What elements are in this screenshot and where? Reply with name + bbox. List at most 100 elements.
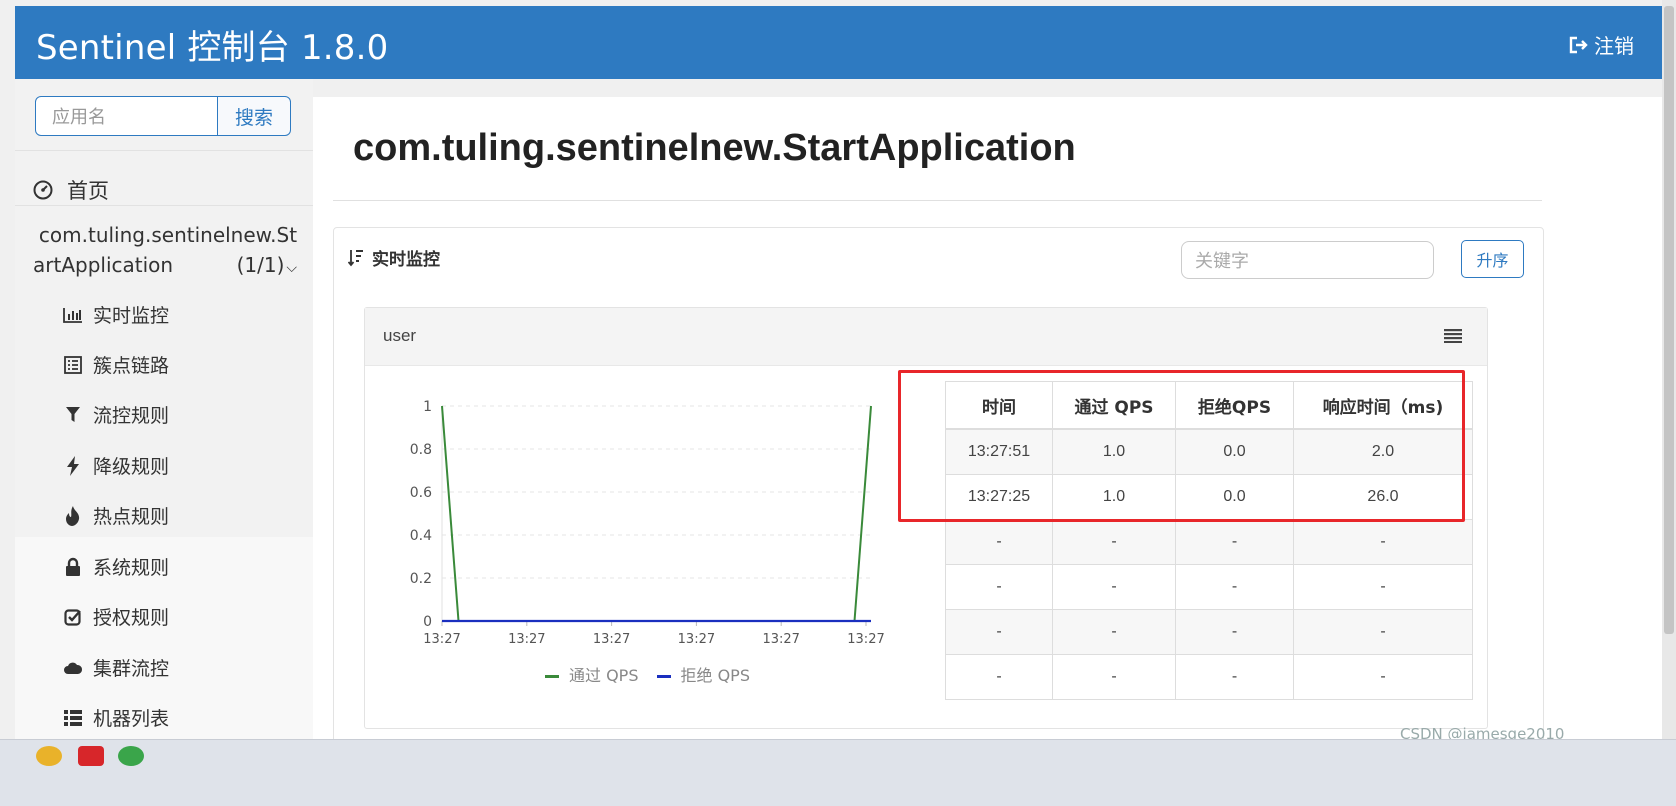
table-cell: -	[945, 654, 1053, 700]
fire-icon	[63, 505, 83, 526]
table-cell: -	[1052, 609, 1176, 655]
lock-icon	[63, 557, 83, 577]
app-search: 应用名 搜索	[35, 96, 291, 136]
hamburger-menu-icon[interactable]	[1444, 329, 1462, 343]
legend-item-block[interactable]: 拒绝 QPS	[656, 662, 751, 686]
sidebar-item-cluster[interactable]: 集群流控	[63, 654, 169, 681]
table-row: ----	[945, 654, 1473, 700]
y-tick-label: 0.4	[410, 528, 432, 544]
keyword-input[interactable]: 关键字	[1181, 241, 1434, 279]
logout-button[interactable]: 注销	[1568, 30, 1634, 59]
scrollbar-thumb[interactable]	[1664, 6, 1674, 634]
sidebar-item-flow[interactable]: 流控规则	[63, 401, 169, 428]
sidebar-item-label: 集群流控	[93, 658, 170, 680]
legend-swatch	[656, 675, 671, 678]
column-header: 拒绝QPS	[1175, 381, 1294, 430]
table-cell: 26.0	[1293, 474, 1473, 520]
top-navbar: Sentinel 控制台 1.8.0 注销	[15, 6, 1662, 79]
app-icon[interactable]	[78, 746, 104, 766]
legend-label: 拒绝 QPS	[680, 666, 751, 685]
table-cell: -	[945, 609, 1053, 655]
sidebar-item-label: 热点规则	[93, 506, 170, 528]
legend-swatch	[545, 675, 559, 678]
title-divider	[333, 200, 1542, 201]
panel-title: 实时监控	[372, 250, 440, 270]
chevron-down-icon: ⌵	[286, 260, 297, 276]
app-name-line2: artApplication	[33, 253, 174, 277]
table-header-row: 时间 通过 QPS 拒绝QPS 响应时间（ms)	[945, 381, 1473, 430]
sidebar-divider	[15, 205, 313, 206]
table-cell: -	[1175, 609, 1294, 655]
sidebar-item-label: 机器列表	[93, 708, 170, 730]
column-header: 通过 QPS	[1052, 381, 1176, 430]
table-cell: -	[945, 519, 1053, 565]
table-cell: -	[1293, 519, 1473, 565]
cloud-icon	[63, 658, 83, 678]
list-alt-icon	[63, 355, 83, 375]
table-cell: -	[1175, 654, 1294, 700]
page-title: com.tuling.sentinelnew.StartApplication	[353, 127, 1076, 169]
sidebar-item-authority[interactable]: 授权规则	[63, 603, 169, 630]
sidebar-item-label: 簇点链路	[93, 355, 170, 377]
metric-panel: 实时监控 关键字 升序 user 0 0.2 0.4 0.6 0.8 1 13:27 13:2…	[333, 227, 1544, 789]
search-button[interactable]: 搜索	[218, 96, 291, 136]
table-row: ----	[945, 564, 1473, 610]
logout-label: 注销	[1594, 34, 1634, 58]
qps-line-chart: 0 0.2 0.4 0.6 0.8 1 13:27 13:27 13:27 13:27 13:27 1…	[410, 399, 885, 647]
y-tick-label: 0.8	[410, 442, 432, 458]
sidebar-app-toggle[interactable]: com.tuling.sentinelnew.St artApplication…	[33, 220, 303, 283]
sidebar-item-label: 流控规则	[93, 405, 170, 427]
app-icon[interactable]	[118, 746, 144, 766]
table-row: 13:27:51 1.0 0.0 2.0	[945, 428, 1473, 475]
table-cell: 2.0	[1293, 428, 1473, 475]
sort-asc-button[interactable]: 升序	[1461, 240, 1524, 278]
home-label: 首页	[67, 179, 109, 203]
metric-table: 时间 通过 QPS 拒绝QPS 响应时间（ms) 13:27:51 1.0 0.0 2…	[945, 381, 1473, 700]
dashboard-icon	[33, 180, 53, 200]
app-search-input[interactable]: 应用名	[35, 96, 218, 136]
table-cell: -	[1293, 654, 1473, 700]
app-instance-count: (1/1)	[236, 253, 285, 277]
x-tick-label: 13:27	[678, 632, 715, 647]
main-content: com.tuling.sentinelnew.StartApplication …	[313, 97, 1662, 789]
legend-label: 通过 QPS	[569, 666, 639, 685]
table-cell: -	[1175, 564, 1294, 610]
sidebar-item-machines[interactable]: 机器列表	[63, 704, 169, 731]
y-tick-label: 0	[423, 614, 432, 630]
sidebar-item-home[interactable]: 首页	[33, 175, 109, 205]
x-tick-label: 13:27	[508, 632, 545, 647]
sidebar-item-label: 授权规则	[93, 607, 170, 629]
column-header: 时间	[945, 381, 1053, 430]
chart-legend: 通过 QPS 拒绝 QPS	[545, 662, 750, 686]
th-list-icon	[63, 708, 83, 728]
x-tick-label: 13:27	[847, 632, 884, 647]
table-cell: -	[945, 564, 1053, 610]
page-scrollbar[interactable]	[1662, 0, 1676, 805]
logout-icon	[1569, 36, 1588, 53]
chrome-icon[interactable]	[36, 746, 62, 766]
table-row: 13:27:25 1.0 0.0 26.0	[945, 474, 1473, 520]
resource-card: user 0 0.2 0.4 0.6 0.8 1 13:27 13:27 13:27 13:27 1…	[364, 307, 1488, 729]
legend-item-pass[interactable]: 通过 QPS	[545, 662, 639, 686]
table-cell: -	[1293, 609, 1473, 655]
resource-name: user	[383, 326, 417, 345]
sidebar-divider	[15, 150, 313, 151]
sidebar-item-param-flow[interactable]: 热点规则	[63, 502, 169, 529]
sidebar-item-metric[interactable]: 实时监控	[63, 301, 169, 328]
table-cell: 13:27:51	[945, 428, 1053, 475]
x-tick-label: 13:27	[762, 632, 799, 647]
sidebar-item-label: 降级规则	[93, 456, 170, 478]
sidebar-item-identity[interactable]: 簇点链路	[63, 351, 169, 378]
brand-title[interactable]: Sentinel 控制台 1.8.0	[36, 20, 388, 69]
sidebar: 应用名 搜索 首页 com.tuling.sentinelnew.St artA…	[15, 79, 313, 784]
table-cell: -	[1293, 564, 1473, 610]
x-tick-label: 13:27	[423, 632, 460, 647]
sort-amount-icon	[348, 249, 363, 266]
sidebar-item-degrade[interactable]: 降级规则	[63, 452, 169, 479]
pass-qps-series-line	[441, 405, 872, 622]
table-cell: 1.0	[1052, 428, 1176, 475]
table-cell: -	[1052, 654, 1176, 700]
sidebar-item-system[interactable]: 系统规则	[63, 553, 169, 580]
filter-icon	[63, 405, 83, 425]
table-cell: 0.0	[1175, 474, 1294, 520]
